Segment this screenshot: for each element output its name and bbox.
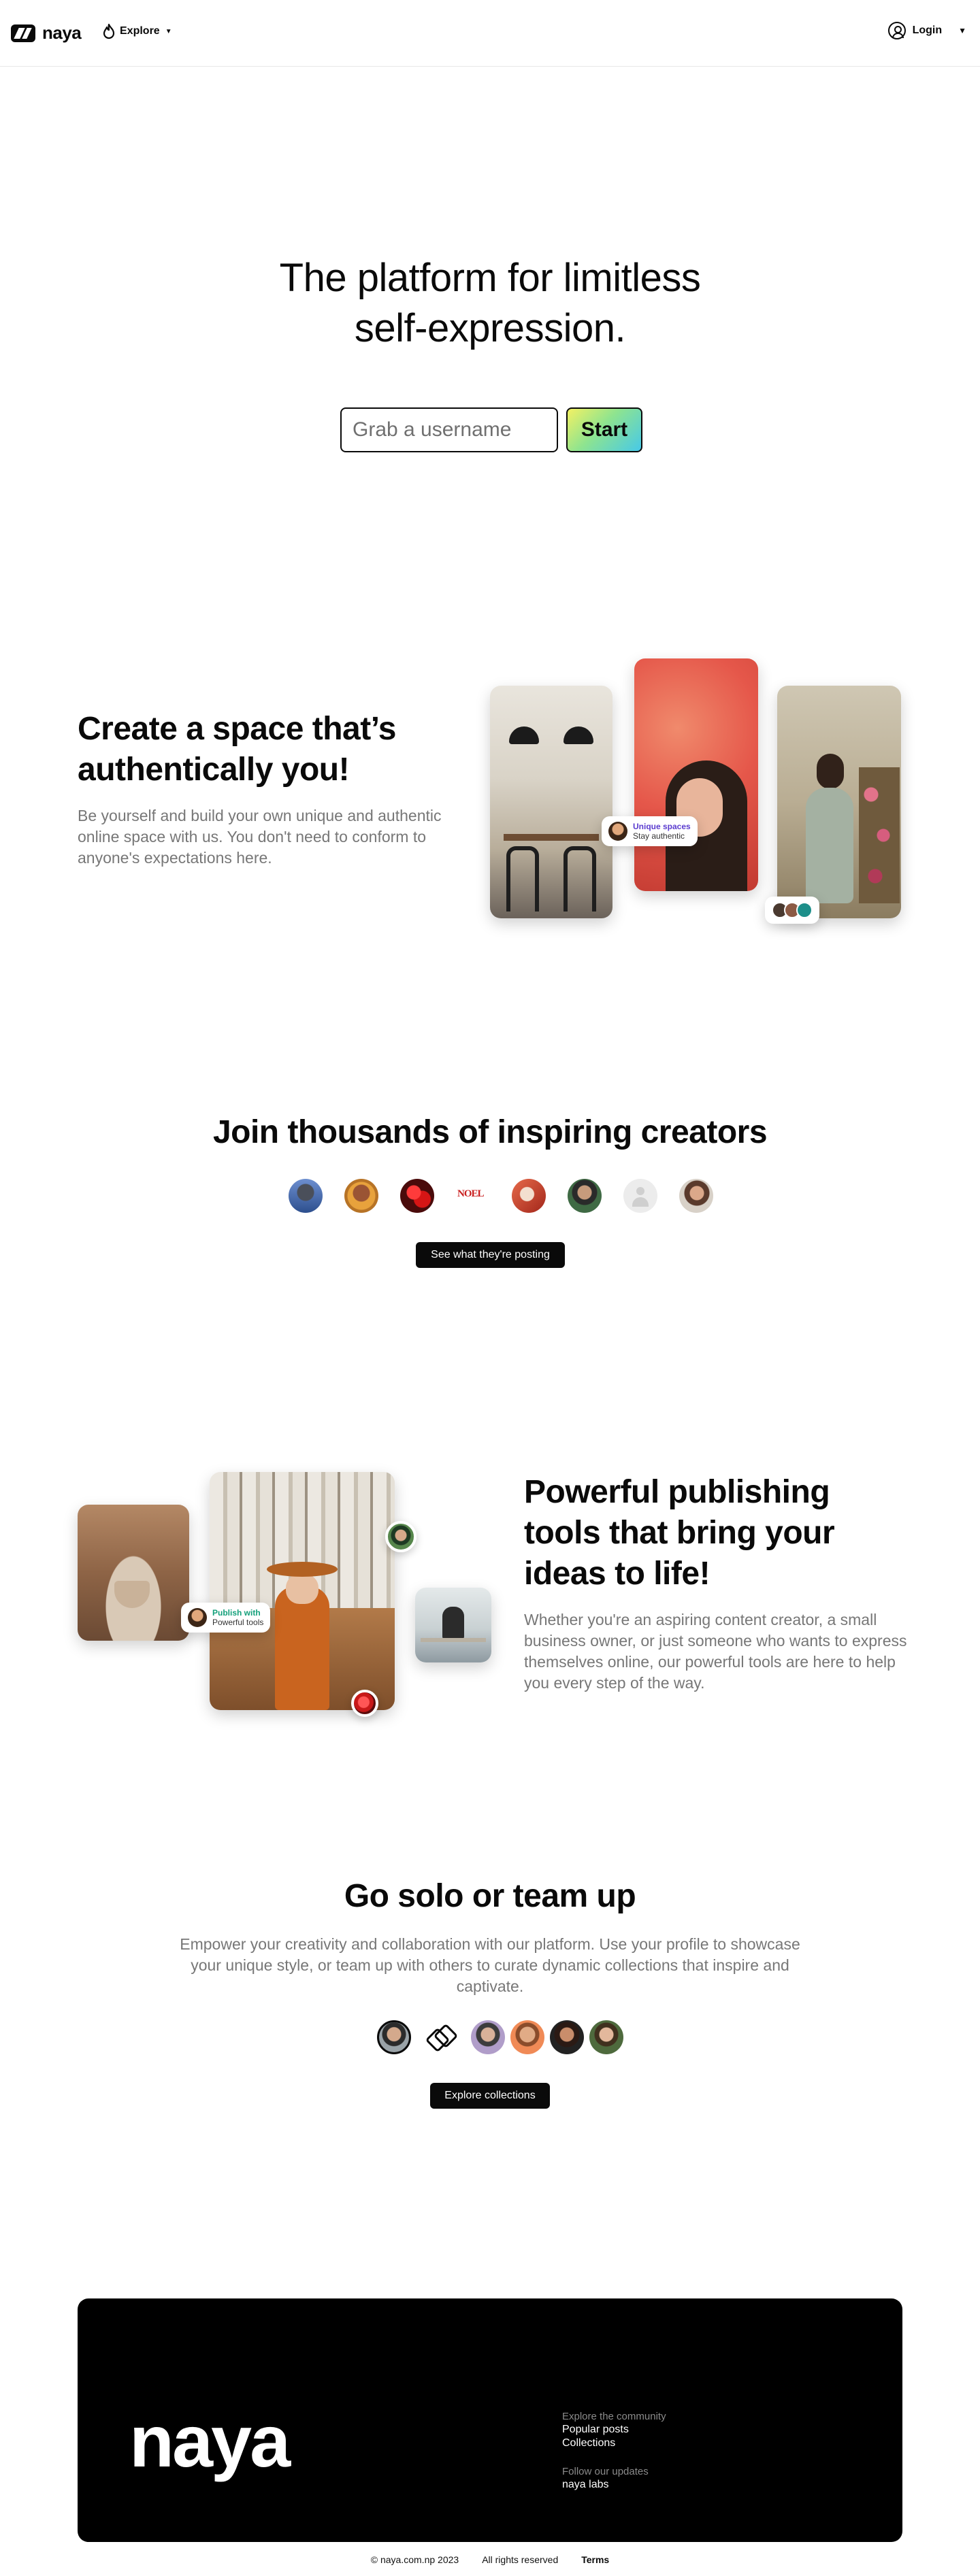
login-label: Login: [912, 24, 943, 36]
creator-avatar[interactable]: [400, 1179, 434, 1213]
laughing-woman-photo: [634, 658, 758, 891]
creator-avatar[interactable]: [289, 1179, 323, 1213]
head-shape: [817, 754, 844, 789]
forest-photographer-photo: [210, 1472, 395, 1710]
body-shape: [275, 1586, 329, 1710]
username-input[interactable]: [340, 407, 558, 452]
avatar: [608, 822, 627, 841]
link-icon: [421, 2020, 461, 2054]
avatar: [589, 2020, 623, 2054]
face-shape: [286, 1574, 318, 1604]
avatar: [471, 2020, 505, 2054]
badge-subtitle: Powerful tools: [212, 1618, 264, 1627]
unique-spaces-badge: Unique spaces Stay authentic: [602, 816, 698, 846]
publishing-section-title: Powerful publishing tools that bring you…: [524, 1474, 835, 1592]
avatar: [796, 902, 813, 918]
avatar: [377, 2020, 411, 2054]
table-shape: [504, 834, 599, 841]
chair-shape: [506, 846, 539, 911]
footer: naya Explore the community Popular posts…: [78, 2298, 902, 2542]
creator-avatar-row: NOEL: [289, 1179, 713, 1213]
collections-link[interactable]: Collections: [562, 2437, 666, 2450]
naya-labs-link[interactable]: naya labs: [562, 2478, 666, 2492]
rights-text: All rights reserved: [482, 2554, 559, 2565]
person-shape: [442, 1607, 464, 1639]
team-avatar-row: [377, 2020, 623, 2054]
badge-title: Publish with: [212, 1608, 261, 1618]
login-button[interactable]: Login ▼: [887, 22, 966, 39]
username-signup-form: Start: [340, 407, 642, 452]
publishing-section-description: Whether you're an aspiring content creat…: [524, 1611, 907, 1692]
dress-shape: [806, 788, 853, 903]
hero-title-line1: The platform for limitless: [279, 256, 701, 300]
naya-logo[interactable]: naya: [11, 22, 82, 44]
pottery-photo: [78, 1505, 189, 1641]
desk-shape: [421, 1638, 486, 1642]
creator-avatar[interactable]: NOEL: [456, 1179, 490, 1213]
chevron-down-icon: ▼: [958, 26, 966, 35]
hero-title: The platform for limitless self-expressi…: [0, 253, 980, 354]
pendant-lamp: [564, 726, 593, 744]
avatar: [385, 1521, 416, 1552]
chair-shape: [564, 846, 596, 911]
logo-text: naya: [42, 22, 82, 43]
bowl-shape: [114, 1581, 150, 1608]
popular-posts-link[interactable]: Popular posts: [562, 2423, 666, 2437]
kitchen-photo: [490, 686, 612, 918]
creator-logo-text: NOEL: [457, 1188, 485, 1199]
creator-avatar[interactable]: [679, 1179, 713, 1213]
space-section-description: Be yourself and build your own unique an…: [78, 807, 442, 867]
avatar: [188, 1608, 207, 1627]
badge-title: Unique spaces: [633, 822, 691, 831]
naya-logo-icon: [11, 24, 35, 42]
start-button[interactable]: Start: [566, 407, 642, 452]
desk-worker-photo: [415, 1588, 491, 1662]
chevron-down-icon: ▼: [165, 27, 172, 35]
creator-avatar[interactable]: [568, 1179, 602, 1213]
updates-heading: Follow our updates: [562, 2466, 649, 2477]
bottom-bar: © naya.com.np 2023 All rights reserved T…: [0, 2554, 980, 2565]
terms-link[interactable]: Terms: [581, 2554, 609, 2565]
creator-avatar[interactable]: [344, 1179, 378, 1213]
space-section-title: Create a space that’s authentically you!: [78, 711, 396, 788]
creators-section-title: Join thousands of inspiring creators: [212, 1114, 768, 1150]
dress-fitting-photo: [777, 686, 901, 918]
badge-subtitle: Stay authentic: [633, 831, 685, 841]
avatar: [550, 2020, 584, 2054]
explore-heading: Explore the community: [562, 2411, 666, 2422]
avatar: [510, 2020, 544, 2054]
avatar: [351, 1690, 378, 1717]
explore-menu-button[interactable]: Explore ▼: [102, 23, 172, 39]
default-avatar-icon[interactable]: [623, 1179, 657, 1213]
team-section-title: Go solo or team up: [344, 1878, 636, 1914]
flowers-shape: [859, 767, 900, 903]
top-navigation: naya Explore ▼ Login ▼: [0, 0, 980, 67]
explore-label: Explore: [120, 25, 160, 37]
team-section-description: Empower your creativity and collaboratio…: [180, 1935, 800, 1995]
pendant-lamp: [509, 726, 539, 744]
explore-collections-button[interactable]: Explore collections: [430, 2083, 550, 2109]
hero-title-line2: self-expression.: [354, 306, 626, 350]
footer-links: Explore the community Popular posts Coll…: [562, 2410, 666, 2492]
see-posts-button[interactable]: See what they're posting: [416, 1242, 565, 1268]
copyright-text: © naya.com.np 2023: [370, 2554, 459, 2565]
flame-icon: [103, 23, 115, 39]
user-circle-icon: [887, 22, 906, 39]
hat-shape: [267, 1562, 338, 1577]
creator-avatar[interactable]: [512, 1179, 546, 1213]
avatar-stack: [765, 897, 819, 924]
publish-badge: Publish with Powerful tools: [181, 1603, 271, 1633]
footer-logo[interactable]: naya: [129, 2405, 291, 2478]
